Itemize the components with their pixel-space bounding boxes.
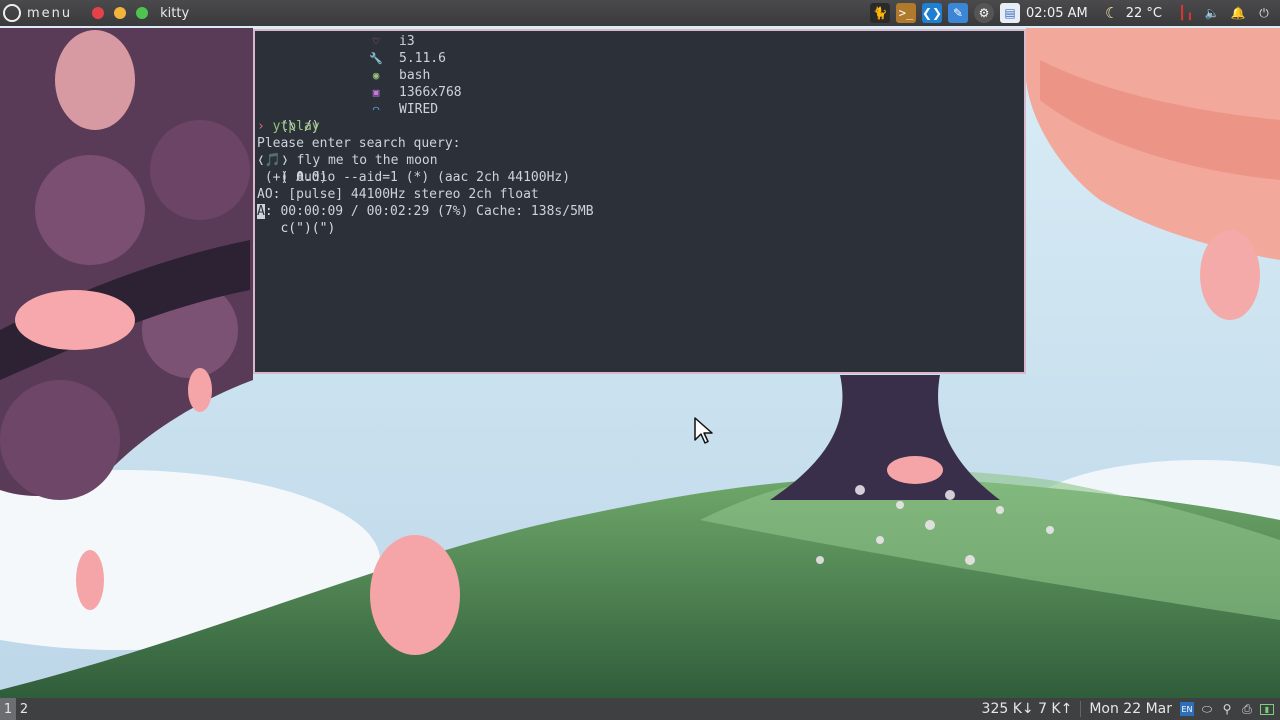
workspace-1-button[interactable]: 1 xyxy=(0,698,16,720)
kernel-value: 5.11.6 xyxy=(399,51,446,66)
prompt-symbol: › xyxy=(257,119,265,134)
terminal-icon[interactable]: >_ xyxy=(896,3,917,23)
image-icon: ▣ xyxy=(372,86,380,99)
shell-icon: ◉ xyxy=(372,69,380,82)
ascii-art-text: c(")(") xyxy=(280,221,336,236)
fetch-row-network: ◠ WIRED xyxy=(365,101,462,118)
volume-icon[interactable]: 🔈 xyxy=(1202,3,1222,23)
settings-icon[interactable]: ⚙ xyxy=(974,3,995,23)
minimize-window-button[interactable] xyxy=(114,7,127,19)
cat-icon[interactable]: 🐈 xyxy=(870,3,891,23)
fetch-output: (\ /) ( 0.0) c(")(") ♡ i3 🔧 5.11.6 ◉ bas… xyxy=(257,33,1024,236)
network-value: WIRED xyxy=(399,102,439,117)
top-panel: menu kitty 🐈 >_ ❮❯ ✎ ⚙ ▤ 02:05 AM ☾ 22 °… xyxy=(0,0,1280,26)
menu-logo-icon[interactable] xyxy=(3,4,21,22)
wifi-icon: ◠ xyxy=(372,103,380,116)
resolution-value: 1366x768 xyxy=(399,85,462,100)
shield-icon[interactable]: ⬭ xyxy=(1200,702,1214,716)
wm-value: i3 xyxy=(399,34,415,49)
output-line: Please enter search query: xyxy=(257,136,461,151)
wrench-icon: 🔧 xyxy=(369,52,383,65)
terminal-cursor: A xyxy=(257,204,265,219)
mouse-pointer-icon xyxy=(694,417,713,444)
location-icon[interactable]: ⚲ xyxy=(1220,702,1234,716)
system-tray: 🐈 >_ ❮❯ ✎ ⚙ ▤ 02:05 AM ☾ 22 °C ┃╻ 🔈 🔔 ⏻ xyxy=(870,0,1280,26)
output-line: (+) Audio --aid=1 (*) (aac 2ch 44100Hz) xyxy=(257,170,571,185)
keyboard-layout-indicator[interactable]: EN xyxy=(1180,702,1194,716)
pen-icon[interactable]: ✎ xyxy=(948,3,969,23)
menu-button[interactable]: menu xyxy=(27,6,72,21)
playback-status-line: A: 00:00:09 / 00:02:29 (7%) Cache: 138s/… xyxy=(257,203,1024,220)
equalizer-icon[interactable]: ┃╻ xyxy=(1176,3,1196,23)
shell-value: bash xyxy=(399,68,431,83)
window-controls xyxy=(92,7,149,19)
output-line: AO: [pulse] 44100Hz stereo 2ch float xyxy=(257,187,539,202)
vscode-icon[interactable]: ❮❯ xyxy=(922,3,942,23)
fetch-row-kernel: 🔧 5.11.6 xyxy=(365,50,462,67)
ascii-art-line: c(")(") xyxy=(257,220,365,237)
separator xyxy=(1080,701,1082,717)
weather-temperature[interactable]: 22 °C xyxy=(1126,6,1162,21)
fetch-row-shell: ◉ bash xyxy=(365,67,462,84)
date-display[interactable]: Mon 22 Mar xyxy=(1089,701,1172,717)
printer-icon[interactable]: ⎙ xyxy=(1240,702,1254,716)
heart-icon: ♡ xyxy=(372,35,380,48)
moon-icon: ☾ xyxy=(1105,4,1119,22)
power-icon[interactable]: ⏻ xyxy=(1254,3,1274,23)
fetch-info: ♡ i3 🔧 5.11.6 ◉ bash ▣ 1366x768 ◠ WIRED xyxy=(365,33,462,118)
network-speed: 325 K↓ 7 K↑ xyxy=(981,701,1073,717)
prompt-line: › ytplay xyxy=(257,118,1024,135)
kitty-terminal-window[interactable]: (\ /) ( 0.0) c(")(") ♡ i3 🔧 5.11.6 ◉ bas… xyxy=(253,29,1026,374)
bell-icon[interactable]: 🔔 xyxy=(1228,3,1248,23)
output-line: ❬🎵❭ fly me to the moon xyxy=(257,153,438,168)
playback-status-text: : 00:00:09 / 00:02:29 (7%) Cache: 138s/5… xyxy=(264,204,594,219)
ascii-art: (\ /) ( 0.0) c(")(") xyxy=(257,33,365,236)
status-area: 325 K↓ 7 K↑ Mon 22 Mar EN ⬭ ⚲ ⎙ ▮ xyxy=(982,698,1280,720)
battery-icon[interactable]: ▮ xyxy=(1260,703,1274,715)
active-window-title: kitty xyxy=(160,5,190,21)
fetch-row-wm: ♡ i3 xyxy=(365,33,462,50)
command-text: ytplay xyxy=(272,119,320,134)
workspace-2-button[interactable]: 2 xyxy=(16,698,32,720)
bottom-panel: 1 2 325 K↓ 7 K↑ Mon 22 Mar EN ⬭ ⚲ ⎙ ▮ xyxy=(0,698,1280,720)
close-window-button[interactable] xyxy=(92,7,105,19)
clock-time[interactable]: 02:05 AM xyxy=(1026,6,1088,21)
fetch-row-resolution: ▣ 1366x768 xyxy=(365,84,462,101)
maximize-window-button[interactable] xyxy=(136,7,149,19)
calendar-icon[interactable]: ▤ xyxy=(1000,3,1021,23)
